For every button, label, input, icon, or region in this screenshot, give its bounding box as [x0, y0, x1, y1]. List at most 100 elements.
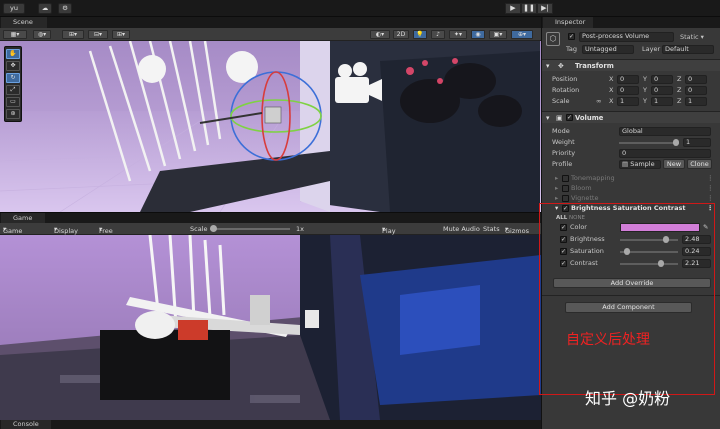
bsc-enabled-checkbox[interactable]: ✓	[562, 205, 569, 212]
profile-field[interactable]: ▤ Sample	[619, 160, 661, 169]
volume-mode-row: Mode Global	[542, 126, 720, 137]
game-viewport[interactable]	[0, 235, 541, 420]
transform-tool-button[interactable]: ⊛	[6, 109, 20, 119]
static-toggle[interactable]: Static ▾	[680, 33, 704, 41]
stats-toggle[interactable]: Stats	[483, 225, 500, 233]
aspect-dropdown[interactable]: Free Aspect ▾	[99, 225, 121, 243]
brightness-slider-knob[interactable]	[663, 236, 670, 243]
draw-mode-button[interactable]: ◍▾	[33, 30, 51, 39]
contrast-slider-knob[interactable]	[658, 260, 665, 267]
gizmos-button[interactable]: ⊕▾	[511, 30, 533, 39]
brightness-field[interactable]: 2.48	[682, 235, 711, 244]
cloud-icon[interactable]: ☁	[38, 3, 52, 14]
object-name-field[interactable]: Post-process Volume	[579, 32, 674, 42]
add-component-button[interactable]: Add Component	[565, 302, 692, 313]
rotation-y-field[interactable]: 0	[651, 86, 673, 95]
play-button[interactable]: ▶	[505, 3, 521, 14]
brightness-slider[interactable]	[620, 239, 678, 241]
position-x-field[interactable]: 0	[617, 75, 639, 84]
shading-button[interactable]: ◐▾	[370, 30, 390, 39]
link-icon[interactable]: ∞	[596, 96, 601, 107]
scale-slider-knob[interactable]	[210, 225, 217, 232]
clone-button-label: Clone	[690, 160, 709, 168]
weight-field[interactable]: 1	[683, 138, 711, 147]
saturation-value: 0.24	[685, 247, 700, 255]
effects-toggle[interactable]: ✦▾	[449, 30, 467, 39]
account-button[interactable]: yu	[3, 3, 25, 14]
saturation-slider-knob[interactable]	[624, 248, 631, 255]
contrast-override-checkbox[interactable]: ✓	[560, 260, 567, 267]
step-button[interactable]: ▶|	[537, 3, 553, 14]
scale-x-field[interactable]: 1	[617, 97, 639, 106]
gizmos-dropdown[interactable]: Gizmos ▾	[505, 225, 529, 235]
grid-button[interactable]: ⊞▾	[112, 30, 130, 39]
transform-position-row: Position X0 Y0 Z0	[542, 74, 720, 85]
hand-tool-button[interactable]: ✋	[6, 49, 20, 59]
snap-button[interactable]: ⊟▾	[88, 30, 108, 39]
play-focused-dropdown[interactable]: Play Focused ▾	[382, 225, 409, 243]
lighting-toggle[interactable]: 💡	[413, 30, 427, 39]
profile-new-button[interactable]: New	[663, 159, 685, 169]
pivot-button[interactable]: ⊞▾	[62, 30, 84, 39]
add-override-label: Add Override	[610, 279, 654, 287]
scale-tool-button[interactable]: ⤢	[6, 85, 20, 95]
main-toolbar: yu ☁ ⚙ ▶ ❚❚ ▶|	[0, 0, 720, 17]
pause-button[interactable]: ❚❚	[521, 3, 537, 14]
scale-z-field[interactable]: 1	[685, 97, 707, 106]
rect-tool-button[interactable]: ▭	[6, 97, 20, 107]
foldout-arrow-icon: ▾	[546, 114, 550, 122]
scene-view-options-button[interactable]: ▦▾	[3, 30, 27, 39]
tonemapping-checkbox[interactable]	[562, 175, 569, 182]
position-y-value: 0	[654, 75, 659, 83]
object-active-checkbox[interactable]: ✓	[568, 33, 575, 40]
saturation-field[interactable]: 0.24	[682, 247, 711, 256]
eyedropper-icon[interactable]: ✎	[703, 222, 708, 233]
position-z-field[interactable]: 0	[685, 75, 707, 84]
profile-clone-button[interactable]: Clone	[687, 159, 712, 169]
scale-slider[interactable]	[210, 225, 290, 232]
position-y-field[interactable]: 0	[651, 75, 673, 84]
weight-slider-knob[interactable]	[673, 139, 679, 146]
color-swatch[interactable]	[620, 223, 700, 232]
rotate-tool-button[interactable]: ↻	[6, 73, 20, 83]
transform-scale-row: Scale ∞ X1 Y1 Z1	[542, 96, 720, 107]
saturation-override-checkbox[interactable]: ✓	[560, 248, 567, 255]
camera-button[interactable]: ▣▾	[489, 30, 507, 39]
tab-inspector[interactable]: Inspector	[543, 17, 593, 28]
transform-header[interactable]: ▾ ✥ Transform	[542, 59, 720, 71]
brightness-override-checkbox[interactable]: ✓	[560, 236, 567, 243]
rotation-z-field[interactable]: 0	[685, 86, 707, 95]
game-display-mode-dropdown[interactable]: Game ▾	[3, 225, 22, 235]
contrast-slider[interactable]	[620, 263, 678, 265]
add-override-button[interactable]: Add Override	[553, 278, 711, 288]
gizmos-label: Gizmos	[505, 227, 529, 235]
rotation-y-value: 0	[654, 86, 659, 94]
hidden-toggle[interactable]: ◉	[471, 30, 485, 39]
contrast-field[interactable]: 2.21	[682, 259, 711, 268]
mode-2d-button[interactable]: 2D	[393, 30, 409, 39]
game-display-mode-label: Game	[3, 227, 23, 235]
layer-dropdown[interactable]: Default	[662, 45, 714, 54]
bloom-checkbox[interactable]	[562, 185, 569, 192]
rotation-x-field[interactable]: 0	[617, 86, 639, 95]
mute-audio-toggle[interactable]: Mute Audio	[443, 225, 480, 233]
weight-slider[interactable]	[619, 142, 679, 144]
volume-enabled-checkbox[interactable]: ✓	[566, 114, 573, 121]
volume-header[interactable]: ▾ ▣ ✓ Volume	[542, 111, 720, 123]
tab-console[interactable]: Console	[1, 420, 51, 429]
audio-toggle[interactable]: ♪	[431, 30, 445, 39]
step-icon: ▶|	[541, 4, 549, 12]
position-label: Position	[552, 75, 578, 83]
scale-y-field[interactable]: 1	[651, 97, 673, 106]
scene-viewport[interactable]	[0, 41, 541, 212]
tag-dropdown[interactable]: Untagged	[582, 45, 634, 54]
vignette-checkbox[interactable]	[562, 195, 569, 202]
settings-icon[interactable]: ⚙	[58, 3, 72, 14]
display-dropdown[interactable]: Display 1 ▾	[54, 225, 78, 243]
rotation-label: Rotation	[552, 86, 580, 94]
color-override-checkbox[interactable]: ✓	[560, 224, 567, 231]
mode-dropdown[interactable]: Global	[619, 127, 711, 136]
priority-field[interactable]: 0	[619, 149, 711, 158]
move-tool-button[interactable]: ✥	[6, 61, 20, 71]
tab-scene[interactable]: Scene	[1, 17, 47, 28]
